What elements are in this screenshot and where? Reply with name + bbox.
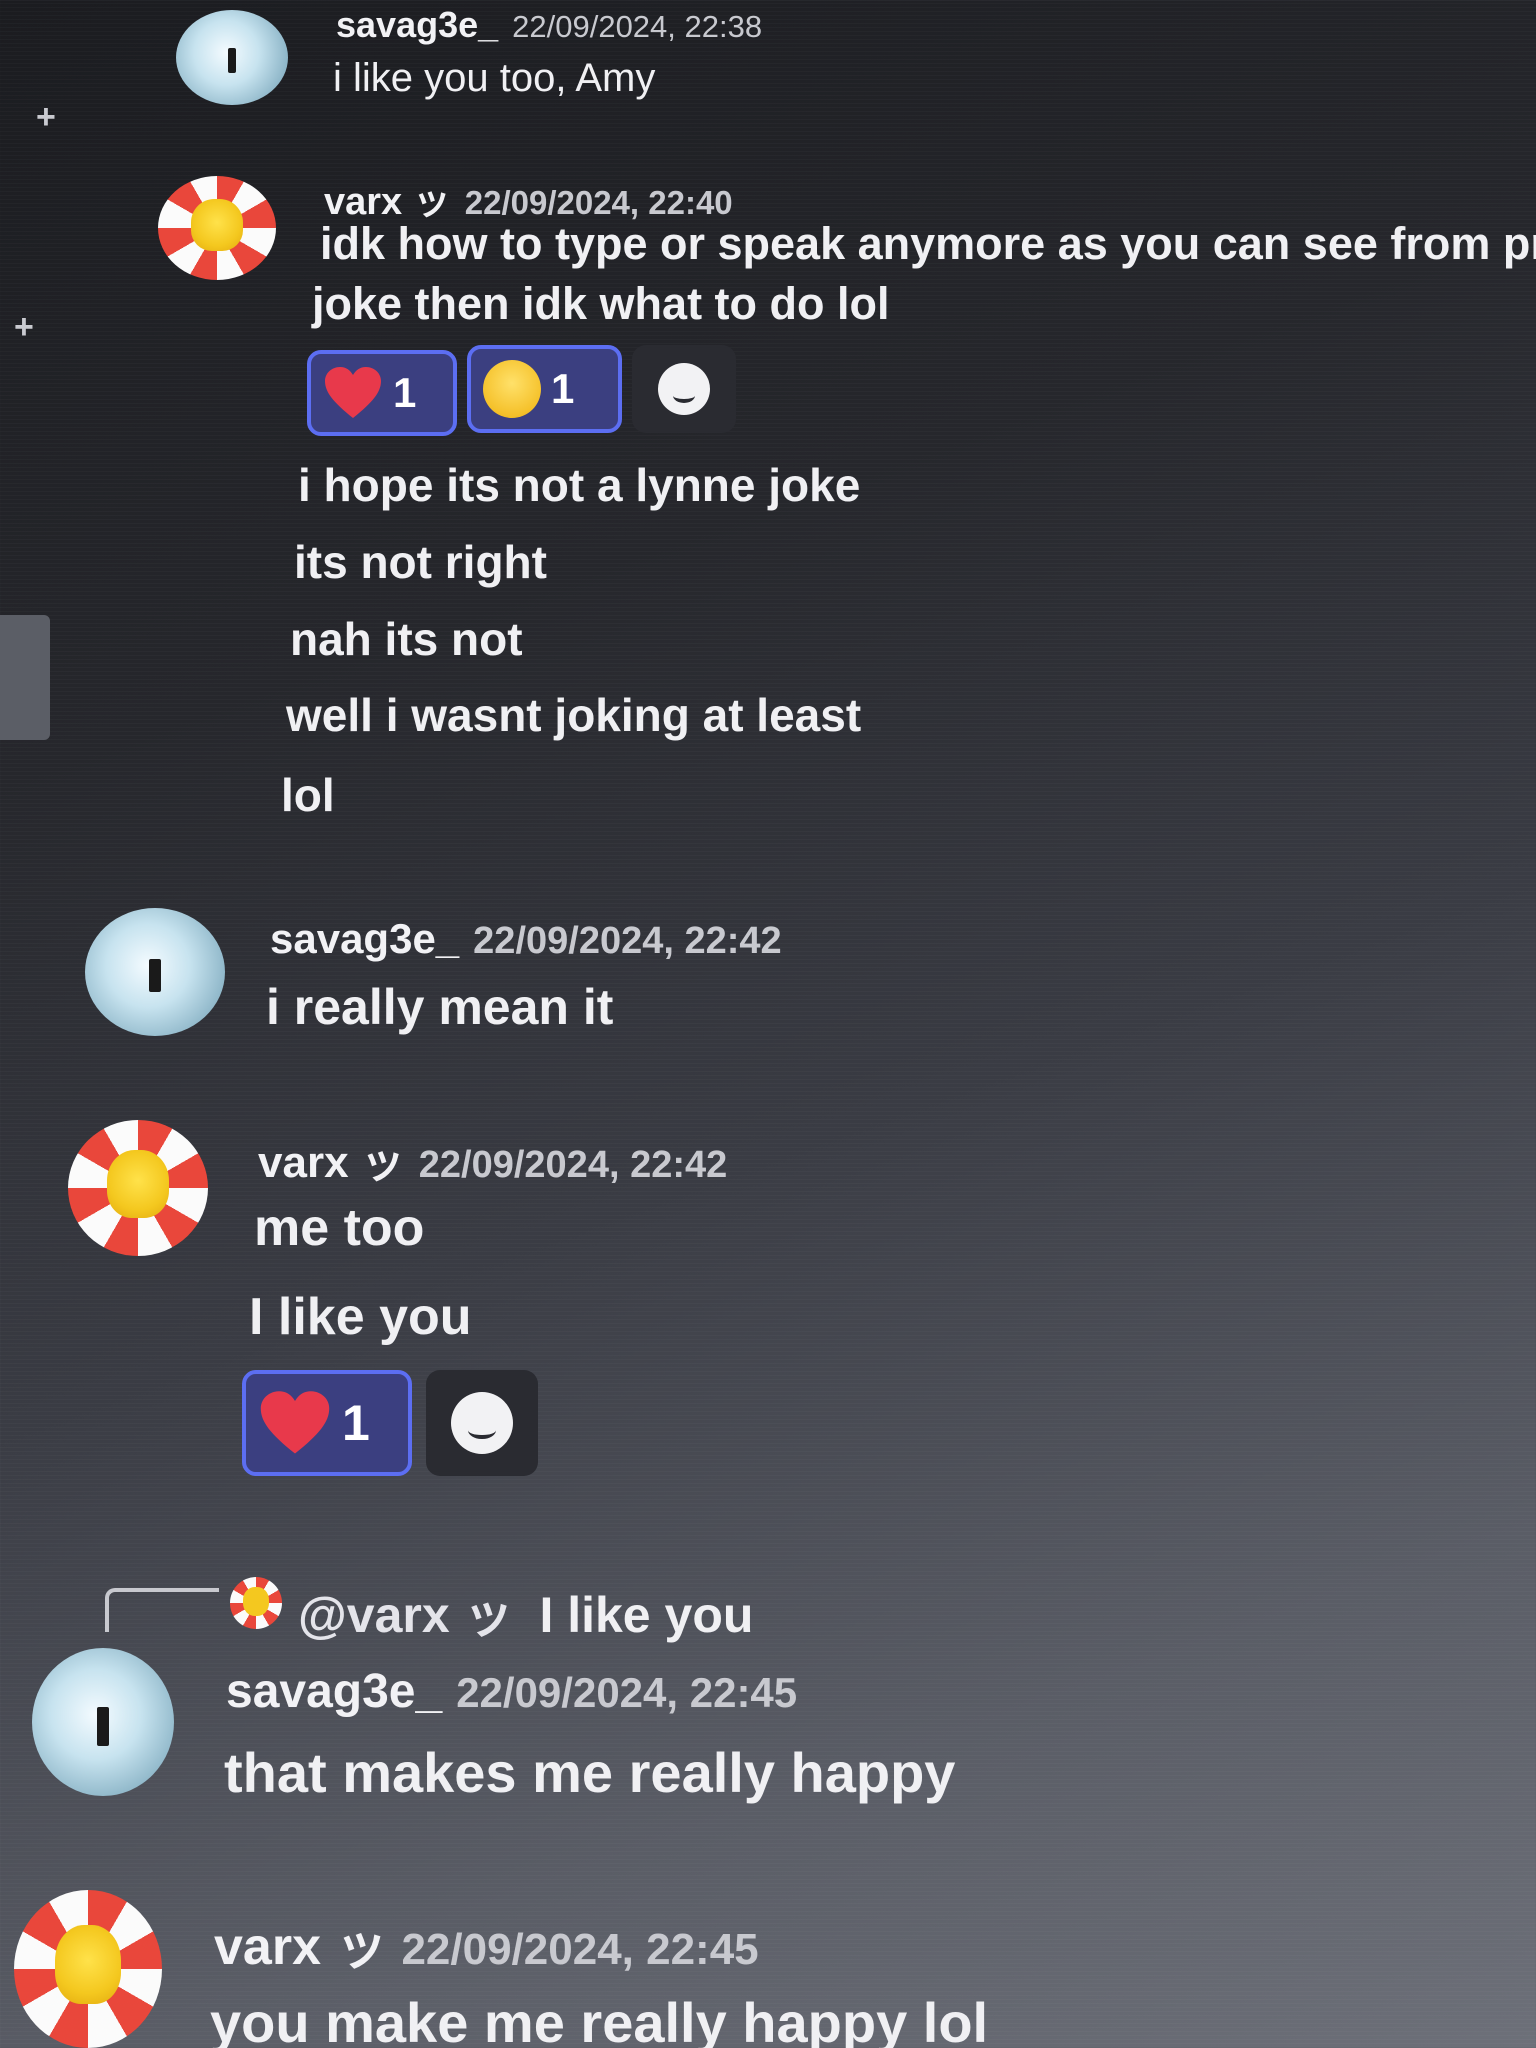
timestamp: 22/09/2024, 22:40 <box>464 184 733 221</box>
message-text: joke then idk what to do lol <box>312 278 890 329</box>
timestamp: 22/09/2024, 22:45 <box>401 1925 759 1974</box>
reply-preview[interactable]: @varx ッ I like you <box>298 1575 753 1647</box>
sidebar-server-item[interactable] <box>0 615 50 740</box>
reaction-count: 1 <box>551 365 575 412</box>
smile-icon <box>451 1392 513 1454</box>
avatar[interactable] <box>176 10 288 105</box>
message-header: varx ッ 22/09/2024, 22:42 <box>258 1126 727 1190</box>
reply-text: I like you <box>539 1587 754 1643</box>
timestamp: 22/09/2024, 22:42 <box>418 1144 728 1186</box>
reaction-count: 1 <box>393 369 417 416</box>
sidebar-add-icon[interactable]: + <box>36 100 56 134</box>
message-text: I like you <box>249 1288 472 1346</box>
message-header: varx ッ 22/09/2024, 22:40 <box>324 170 733 225</box>
avatar[interactable] <box>158 176 276 280</box>
message-text: lol <box>281 769 335 821</box>
reply-avatar <box>230 1577 282 1629</box>
laughing-emoji-icon <box>483 360 541 418</box>
message-text: i like you too, Amy <box>333 56 656 100</box>
username[interactable]: varx ッ <box>214 1918 387 1976</box>
message-header: savag3e_ 22/09/2024, 22:42 <box>270 915 782 963</box>
reply-mention[interactable]: @varx ッ <box>298 1587 514 1643</box>
message-text: that makes me really happy <box>224 1741 956 1804</box>
timestamp: 22/09/2024, 22:42 <box>473 920 782 962</box>
username[interactable]: savag3e_ <box>226 1665 442 1718</box>
message-text: nah its not <box>290 613 523 665</box>
reaction-laugh[interactable]: 1 <box>467 345 622 433</box>
message-header: savag3e_ 22/09/2024, 22:45 <box>226 1664 797 1719</box>
avatar[interactable] <box>14 1890 162 2048</box>
message-text: i hope its not a lynne joke <box>298 459 861 511</box>
username[interactable]: varx ッ <box>324 181 451 223</box>
avatar[interactable] <box>85 908 225 1036</box>
add-reaction-button[interactable] <box>632 345 736 433</box>
message-text: well i wasnt joking at least <box>286 689 862 741</box>
message-text: its not right <box>294 536 547 588</box>
reaction-heart[interactable]: 1 <box>242 1370 412 1476</box>
heart-icon <box>258 1390 332 1456</box>
message-text: idk how to type or speak anymore as you … <box>320 218 1536 269</box>
reaction-count: 1 <box>342 1395 370 1451</box>
reply-connector <box>105 1588 219 1632</box>
message-text: me too <box>254 1199 425 1257</box>
reaction-heart[interactable]: 1 <box>307 350 457 436</box>
timestamp: 22/09/2024, 22:38 <box>512 9 763 44</box>
message-header: savag3e_ 22/09/2024, 22:38 <box>336 4 762 46</box>
sidebar-add-icon[interactable]: + <box>14 310 34 344</box>
smile-icon <box>658 363 710 415</box>
username[interactable]: varx ッ <box>258 1138 405 1187</box>
message-header: varx ッ 22/09/2024, 22:45 <box>214 1904 759 1979</box>
avatar[interactable] <box>32 1648 174 1796</box>
add-reaction-button[interactable] <box>426 1370 538 1476</box>
timestamp: 22/09/2024, 22:45 <box>456 1669 798 1716</box>
message-text: you make me really happy lol <box>210 1991 989 2048</box>
message-text: i really mean it <box>266 979 614 1035</box>
username[interactable]: savag3e_ <box>270 915 459 962</box>
heart-icon <box>323 366 383 420</box>
username[interactable]: savag3e_ <box>336 4 498 45</box>
avatar[interactable] <box>68 1120 208 1256</box>
